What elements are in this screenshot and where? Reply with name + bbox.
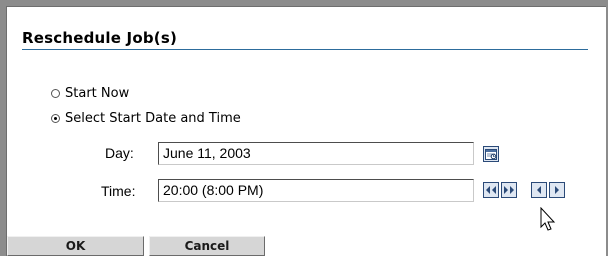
double-right-arrow-icon[interactable] [501, 182, 517, 198]
time-label: Time: [101, 183, 136, 199]
reschedule-dialog: Reschedule Job(s) Start Now Select Start… [6, 6, 606, 256]
select-start-radio[interactable] [51, 114, 60, 123]
start-now-option[interactable]: Start Now [51, 86, 129, 101]
day-field[interactable]: June 11, 2003 [158, 142, 474, 165]
title-divider [22, 49, 588, 50]
mouse-cursor-icon [540, 207, 556, 231]
select-start-label: Select Start Date and Time [65, 111, 241, 126]
start-now-label: Start Now [65, 86, 130, 101]
ok-button[interactable]: OK [7, 236, 144, 256]
select-start-option[interactable]: Select Start Date and Time [51, 111, 241, 126]
day-label: Day: [105, 145, 134, 161]
right-arrow-icon[interactable] [549, 182, 565, 198]
start-now-radio[interactable] [51, 89, 60, 98]
dialog-title: Reschedule Job(s) [22, 29, 178, 47]
left-arrow-icon[interactable] [531, 182, 547, 198]
calendar-icon[interactable] [483, 146, 499, 162]
cancel-button[interactable]: Cancel [149, 236, 265, 256]
time-field[interactable]: 20:00 (8:00 PM) [158, 179, 474, 202]
double-left-arrow-icon[interactable] [483, 182, 499, 198]
